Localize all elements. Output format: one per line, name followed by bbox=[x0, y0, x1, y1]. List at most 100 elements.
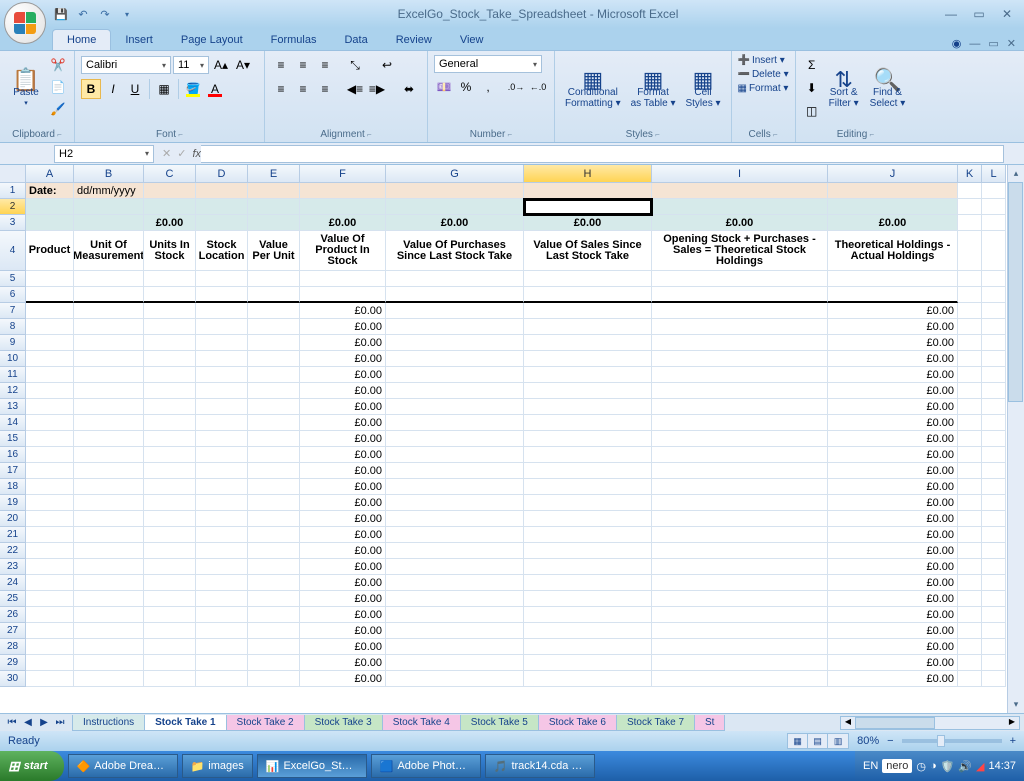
cell-A7[interactable] bbox=[26, 303, 74, 319]
cell-L27[interactable] bbox=[982, 623, 1006, 639]
sheet-tab[interactable]: St bbox=[694, 715, 725, 731]
accounting-format-button[interactable]: 💷 bbox=[434, 77, 454, 97]
cell-E15[interactable] bbox=[248, 431, 300, 447]
cell-L9[interactable] bbox=[982, 335, 1006, 351]
cell-K21[interactable] bbox=[958, 527, 982, 543]
align-middle-button[interactable]: ≡ bbox=[293, 55, 313, 75]
cell-J12[interactable]: £0.00 bbox=[828, 383, 958, 399]
cell-K23[interactable] bbox=[958, 559, 982, 575]
cell-J17[interactable]: £0.00 bbox=[828, 463, 958, 479]
cell-L14[interactable] bbox=[982, 415, 1006, 431]
cell-G23[interactable] bbox=[386, 559, 524, 575]
cell-H25[interactable] bbox=[524, 591, 652, 607]
cell-D17[interactable] bbox=[196, 463, 248, 479]
cell-E12[interactable] bbox=[248, 383, 300, 399]
sheet-tab[interactable]: Stock Take 2 bbox=[226, 715, 305, 731]
cell-G24[interactable] bbox=[386, 575, 524, 591]
cell-E20[interactable] bbox=[248, 511, 300, 527]
clear-button[interactable]: ◫ bbox=[802, 101, 822, 121]
cell-G15[interactable] bbox=[386, 431, 524, 447]
cell-F30[interactable]: £0.00 bbox=[300, 671, 386, 687]
cell-G28[interactable] bbox=[386, 639, 524, 655]
cell-E27[interactable] bbox=[248, 623, 300, 639]
cell-B13[interactable] bbox=[74, 399, 144, 415]
row-header-13[interactable]: 13 bbox=[0, 399, 26, 415]
row-header-4[interactable]: 4 bbox=[0, 231, 26, 271]
col-header-B[interactable]: B bbox=[74, 165, 144, 183]
cell-F5[interactable] bbox=[300, 271, 386, 287]
cell-C30[interactable] bbox=[144, 671, 196, 687]
cell-A20[interactable] bbox=[26, 511, 74, 527]
cell-C21[interactable] bbox=[144, 527, 196, 543]
cell-L22[interactable] bbox=[982, 543, 1006, 559]
cell-J13[interactable]: £0.00 bbox=[828, 399, 958, 415]
cell-L12[interactable] bbox=[982, 383, 1006, 399]
cell-A29[interactable] bbox=[26, 655, 74, 671]
cell-F15[interactable]: £0.00 bbox=[300, 431, 386, 447]
cell-K7[interactable] bbox=[958, 303, 982, 319]
cell-L23[interactable] bbox=[982, 559, 1006, 575]
cell-F11[interactable]: £0.00 bbox=[300, 367, 386, 383]
cell-G16[interactable] bbox=[386, 447, 524, 463]
page-layout-view-button[interactable]: ▤ bbox=[808, 734, 828, 748]
grow-font-button[interactable]: A▴ bbox=[211, 55, 231, 75]
cell-B1[interactable]: dd/mm/yyyy bbox=[74, 183, 144, 199]
cell-F23[interactable]: £0.00 bbox=[300, 559, 386, 575]
cell-D21[interactable] bbox=[196, 527, 248, 543]
taskbar-item[interactable]: 🎵track14.cda - ... bbox=[485, 754, 595, 778]
cell-J14[interactable]: £0.00 bbox=[828, 415, 958, 431]
cell-A2[interactable] bbox=[26, 199, 74, 215]
cell-H18[interactable] bbox=[524, 479, 652, 495]
cell-A24[interactable] bbox=[26, 575, 74, 591]
cell-J5[interactable] bbox=[828, 271, 958, 287]
cell-F12[interactable]: £0.00 bbox=[300, 383, 386, 399]
cell-I20[interactable] bbox=[652, 511, 828, 527]
cell-D10[interactable] bbox=[196, 351, 248, 367]
bold-button[interactable]: B bbox=[81, 79, 101, 99]
doc-restore-button[interactable]: ▭ bbox=[988, 37, 998, 50]
cell-G20[interactable] bbox=[386, 511, 524, 527]
format-painter-button[interactable]: 🖌️ bbox=[48, 99, 68, 119]
align-top-button[interactable]: ≡ bbox=[271, 55, 291, 75]
cell-C17[interactable] bbox=[144, 463, 196, 479]
cell-B7[interactable] bbox=[74, 303, 144, 319]
maximize-button[interactable]: ▭ bbox=[968, 5, 990, 23]
cell-H3[interactable]: £0.00 bbox=[524, 215, 652, 231]
row-header-24[interactable]: 24 bbox=[0, 575, 26, 591]
cell-A18[interactable] bbox=[26, 479, 74, 495]
cell-H4[interactable]: Value Of Sales Since Last Stock Take bbox=[524, 231, 652, 271]
cell-G9[interactable] bbox=[386, 335, 524, 351]
cell-J6[interactable] bbox=[828, 287, 958, 303]
tab-view[interactable]: View bbox=[446, 30, 498, 50]
cell-E9[interactable] bbox=[248, 335, 300, 351]
cell-C25[interactable] bbox=[144, 591, 196, 607]
autosum-button[interactable]: Σ bbox=[802, 55, 822, 75]
cell-A16[interactable] bbox=[26, 447, 74, 463]
cell-H1[interactable] bbox=[524, 183, 652, 199]
vertical-scrollbar[interactable]: ▴ ▾ bbox=[1007, 165, 1024, 713]
cell-C7[interactable] bbox=[144, 303, 196, 319]
cell-E7[interactable] bbox=[248, 303, 300, 319]
cell-I30[interactable] bbox=[652, 671, 828, 687]
row-header-8[interactable]: 8 bbox=[0, 319, 26, 335]
cell-C27[interactable] bbox=[144, 623, 196, 639]
row-header-22[interactable]: 22 bbox=[0, 543, 26, 559]
cell-L4[interactable] bbox=[982, 231, 1006, 271]
cell-C29[interactable] bbox=[144, 655, 196, 671]
cell-L6[interactable] bbox=[982, 287, 1006, 303]
cell-H15[interactable] bbox=[524, 431, 652, 447]
cell-C12[interactable] bbox=[144, 383, 196, 399]
cell-A15[interactable] bbox=[26, 431, 74, 447]
cell-I18[interactable] bbox=[652, 479, 828, 495]
cell-A13[interactable] bbox=[26, 399, 74, 415]
tray-icon[interactable]: 🛡️ bbox=[941, 760, 955, 773]
delete-cells-button[interactable]: ➖Delete ▾ bbox=[738, 69, 789, 80]
cell-L29[interactable] bbox=[982, 655, 1006, 671]
row-header-25[interactable]: 25 bbox=[0, 591, 26, 607]
row-header-30[interactable]: 30 bbox=[0, 671, 26, 687]
cell-H21[interactable] bbox=[524, 527, 652, 543]
cell-A9[interactable] bbox=[26, 335, 74, 351]
cell-H16[interactable] bbox=[524, 447, 652, 463]
cell-D8[interactable] bbox=[196, 319, 248, 335]
cell-K2[interactable] bbox=[958, 199, 982, 215]
